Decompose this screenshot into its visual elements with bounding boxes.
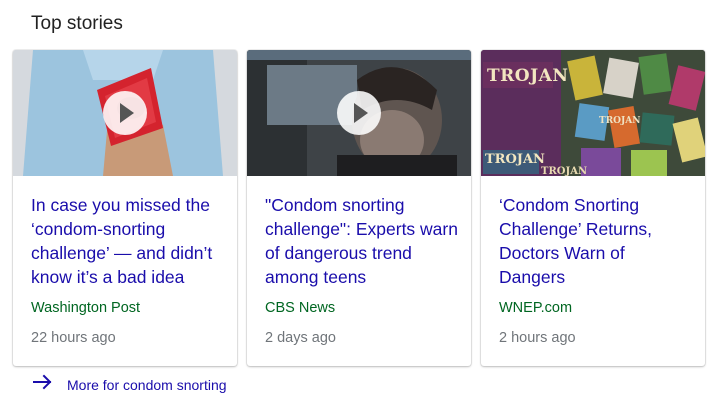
story-card[interactable]: "Condom snorting challenge": Experts war… xyxy=(247,50,471,366)
more-stories-label[interactable]: More for condom snorting xyxy=(67,377,227,393)
play-icon[interactable] xyxy=(103,91,147,135)
story-source: WNEP.com xyxy=(499,300,573,316)
top-stories-carousel: In case you missed the ‘condom-snorting … xyxy=(13,50,705,366)
play-icon[interactable] xyxy=(337,91,381,135)
arrow-right-icon xyxy=(33,374,53,395)
more-stories-link[interactable]: More for condom snorting xyxy=(33,374,227,395)
story-thumbnail[interactable]: TROJAN TROJAN TROJAN TROJAN xyxy=(481,50,705,176)
story-time: 2 days ago xyxy=(265,330,336,346)
story-headline[interactable]: ‘Condom Snorting Challenge’ Returns, Doc… xyxy=(499,193,695,289)
story-source: Washington Post xyxy=(31,300,141,316)
story-thumbnail[interactable] xyxy=(13,50,237,176)
story-time: 2 hours ago xyxy=(499,330,576,346)
story-source: CBS News xyxy=(265,300,336,316)
story-time: 22 hours ago xyxy=(31,330,116,346)
thumbnail-text: TROJAN xyxy=(485,152,545,167)
story-card[interactable]: TROJAN TROJAN TROJAN TROJAN ‘Condom Snor… xyxy=(481,50,705,366)
thumbnail-text: TROJAN xyxy=(487,66,569,86)
story-card[interactable]: In case you missed the ‘condom-snorting … xyxy=(13,50,237,366)
story-headline[interactable]: "Condom snorting challenge": Experts war… xyxy=(265,193,461,289)
thumbnail-text: TROJAN xyxy=(599,116,641,126)
story-thumbnail[interactable] xyxy=(247,50,471,176)
section-title: Top stories xyxy=(31,13,123,34)
thumbnail-text: TROJAN xyxy=(541,166,588,176)
story-headline[interactable]: In case you missed the ‘condom-snorting … xyxy=(31,193,227,289)
